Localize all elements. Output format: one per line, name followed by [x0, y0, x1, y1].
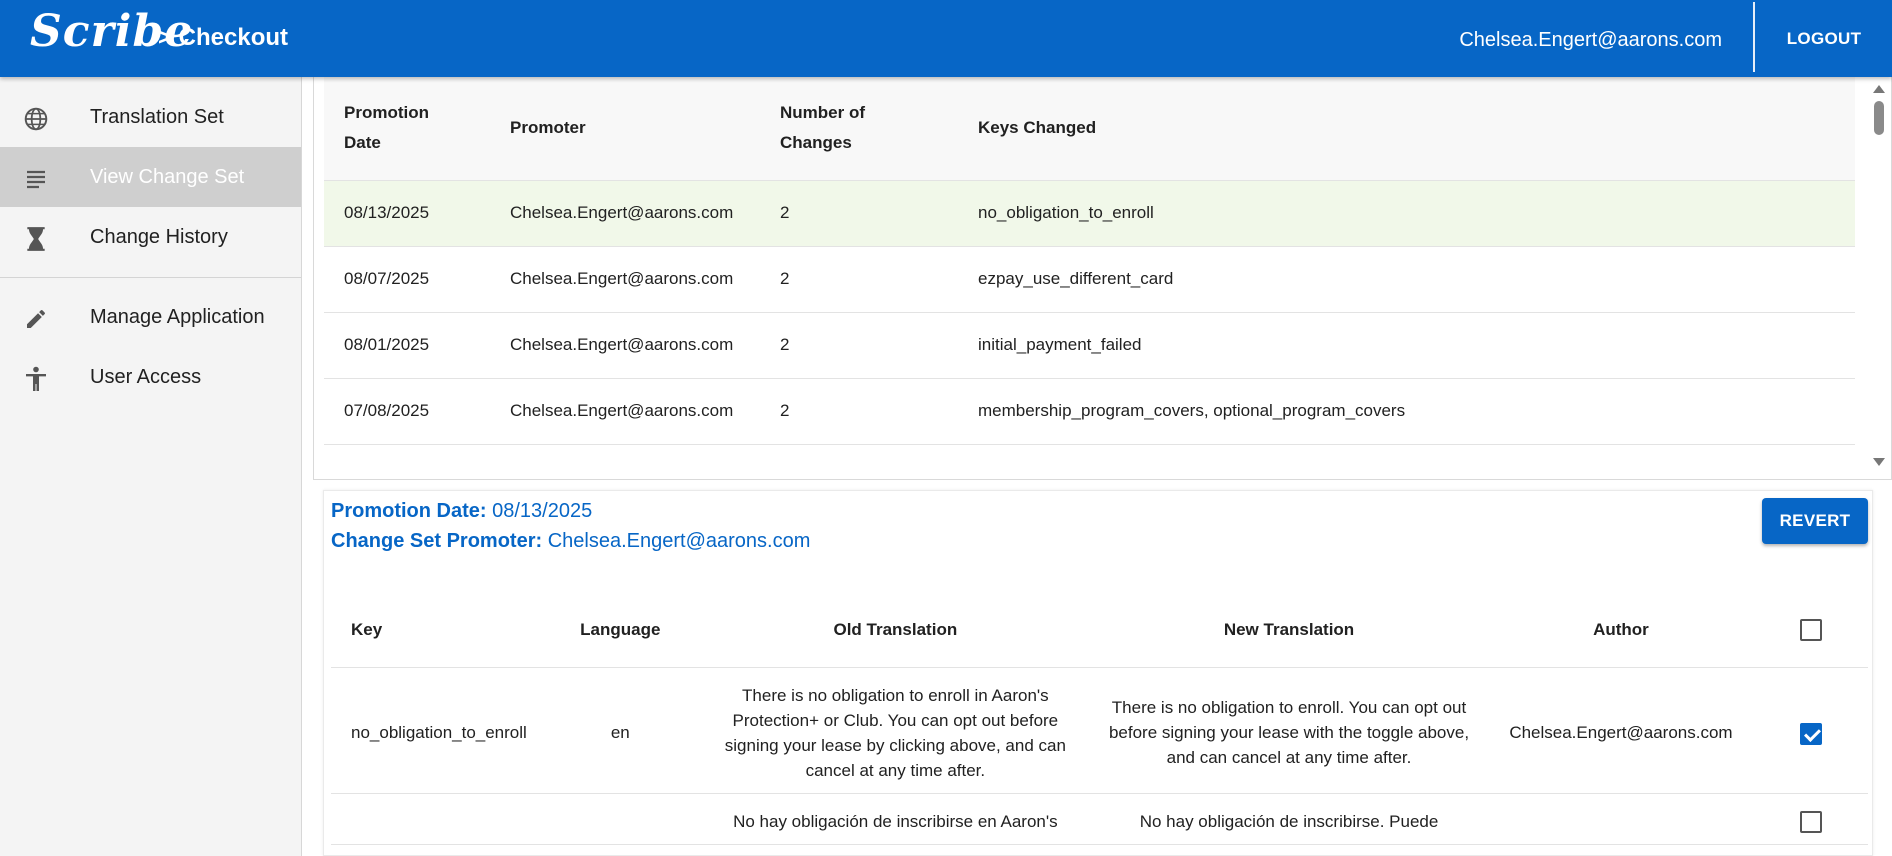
- cell-promoter: Chelsea.Engert@aarons.com: [490, 378, 760, 445]
- cell-promoter: Chelsea.Engert@aarons.com: [490, 246, 760, 313]
- cell-changes: 2: [760, 246, 958, 313]
- cell-promoter: Chelsea.Engert@aarons.com: [490, 312, 760, 379]
- table-header-row: Key Language Old Translation New Transla…: [331, 593, 1868, 668]
- row-checkbox-cell: [1754, 793, 1868, 845]
- promoter-label: Change Set Promoter:: [331, 530, 543, 552]
- cell-author: Chelsea.Engert@aarons.com: [1487, 667, 1755, 794]
- hourglass-icon: [22, 225, 50, 253]
- column-header-old-translation[interactable]: Old Translation: [699, 593, 1091, 668]
- sidebar-divider: [0, 277, 301, 278]
- sidebar-item-user-access[interactable]: User Access: [0, 347, 301, 407]
- change-set-table-panel: Promotion Date Promoter Number of Change…: [313, 77, 1892, 480]
- row-checkbox-cell: [1754, 667, 1868, 794]
- select-all-checkbox[interactable]: [1800, 618, 1823, 641]
- sidebar-item-view-change-set[interactable]: View Change Set: [0, 147, 301, 207]
- column-header-number-of-changes[interactable]: Number of Changes: [760, 77, 958, 181]
- logout-button[interactable]: LOGOUT: [1756, 0, 1892, 77]
- column-header-promoter[interactable]: Promoter: [490, 77, 760, 181]
- cell-old-translation: No hay obligación de inscribirse en Aaro…: [699, 793, 1091, 845]
- column-header-new-translation[interactable]: New Translation: [1090, 593, 1488, 668]
- cell-changes: 2: [760, 378, 958, 445]
- table-row[interactable]: 07/08/2025 Chelsea.Engert@aarons.com 2 m…: [324, 378, 1855, 445]
- row-checkbox[interactable]: [1800, 811, 1823, 834]
- cell-promoter: Chelsea.Engert@aarons.com: [490, 180, 760, 247]
- cell-keys: no_obligation_to_enroll: [958, 180, 1855, 247]
- table-row[interactable]: 08/13/2025 Chelsea.Engert@aarons.com 2 n…: [324, 180, 1855, 247]
- scroll-up-arrow-icon[interactable]: [1873, 85, 1885, 93]
- sidebar-item-manage-application[interactable]: Manage Application: [0, 287, 301, 347]
- pencil-icon: [22, 305, 50, 333]
- sidebar-item-label: Manage Application: [90, 305, 265, 328]
- accessibility-icon: [22, 365, 50, 393]
- cell-date: 08/07/2025: [324, 246, 490, 313]
- cell-keys: initial_payment_failed: [958, 312, 1855, 379]
- revert-button[interactable]: REVERT: [1762, 498, 1868, 544]
- table-row[interactable]: 08/01/2025 Chelsea.Engert@aarons.com 2 i…: [324, 312, 1855, 379]
- cell-date: 08/13/2025: [324, 180, 490, 247]
- scroll-down-arrow-icon[interactable]: [1873, 458, 1885, 466]
- table-row[interactable]: 08/07/2025 Chelsea.Engert@aarons.com 2 e…: [324, 246, 1855, 313]
- cell-changes: 2: [760, 180, 958, 247]
- table-header-row: Promotion Date Promoter Number of Change…: [324, 77, 1855, 181]
- column-header-author[interactable]: Author: [1487, 593, 1755, 668]
- promotion-date-value: 08/13/2025: [492, 500, 593, 522]
- breadcrumb: > Checkout: [158, 24, 289, 51]
- sidebar-item-change-history[interactable]: Change History: [0, 207, 301, 267]
- promotion-date-info: Promotion Date: 08/13/2025: [331, 500, 592, 523]
- column-header-key[interactable]: Key: [331, 593, 541, 668]
- cell-key: no_obligation_to_enroll: [331, 667, 541, 794]
- change-set-details-panel: Promotion Date: 08/13/2025 Change Set Pr…: [323, 490, 1873, 856]
- cell-date: 08/01/2025: [324, 312, 490, 379]
- cell-keys: membership_program_covers, optional_prog…: [958, 378, 1855, 445]
- cell-new-translation: No hay obligación de inscribirse. Puede: [1090, 793, 1488, 845]
- table-row: no_obligation_to_enroll en There is no o…: [331, 667, 1868, 794]
- globe-icon: [22, 105, 50, 133]
- cell-language: en: [540, 667, 700, 794]
- promoter-value: Chelsea.Engert@aarons.com: [547, 530, 811, 552]
- cell-keys: ezpay_use_different_card: [958, 246, 1855, 313]
- header-divider: [1753, 2, 1755, 72]
- scrollbar-thumb[interactable]: [1874, 101, 1884, 135]
- sidebar-item-label: User Access: [90, 365, 202, 388]
- cell-language: [540, 793, 700, 845]
- sidebar-item-label: Change History: [90, 225, 228, 248]
- vertical-scrollbar[interactable]: [1867, 77, 1891, 479]
- promotion-date-label: Promotion Date:: [331, 500, 487, 522]
- app-header: Scribe > Checkout Chelsea.Engert@aarons.…: [0, 0, 1892, 77]
- list-lines-icon: [22, 165, 50, 193]
- translation-changes-table: Key Language Old Translation New Transla…: [331, 593, 1868, 845]
- cell-key: [331, 793, 541, 845]
- column-header-language[interactable]: Language: [540, 593, 700, 668]
- promoter-info: Change Set Promoter: Chelsea.Engert@aaro…: [331, 530, 810, 553]
- select-all-checkbox-cell: [1754, 593, 1868, 668]
- cell-old-translation: There is no obligation to enroll in Aaro…: [699, 667, 1091, 794]
- sidebar-item-translation-set[interactable]: Translation Set: [0, 87, 301, 147]
- cell-new-translation: There is no obligation to enroll. You ca…: [1090, 667, 1488, 794]
- column-header-keys-changed[interactable]: Keys Changed: [958, 77, 1855, 181]
- sidebar: Translation Set View Change Set Change H…: [0, 77, 302, 856]
- cell-author: [1487, 793, 1755, 845]
- current-user-email: Chelsea.Engert@aarons.com: [1459, 29, 1722, 51]
- row-checkbox[interactable]: [1800, 722, 1823, 745]
- cell-date: 07/08/2025: [324, 378, 490, 445]
- change-set-table: Promotion Date Promoter Number of Change…: [324, 77, 1855, 445]
- cell-changes: 2: [760, 312, 958, 379]
- table-row: No hay obligación de inscribirse en Aaro…: [331, 793, 1868, 845]
- sidebar-item-label: Translation Set: [90, 105, 224, 128]
- column-header-promotion-date[interactable]: Promotion Date: [324, 77, 490, 181]
- sidebar-item-label: View Change Set: [90, 165, 245, 188]
